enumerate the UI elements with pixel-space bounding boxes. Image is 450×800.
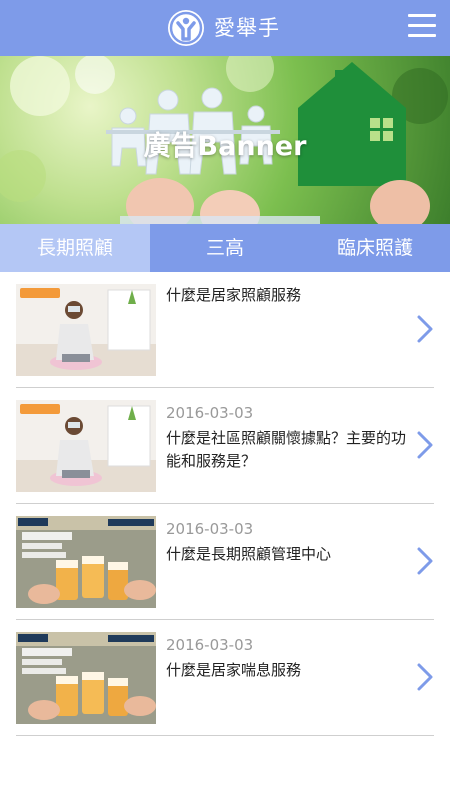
ad-banner[interactable]: 廣告Banner xyxy=(0,56,450,224)
article-title: 什麼是社區照顧關懷據點？主要的功能和服務是？ xyxy=(166,429,407,470)
hamburger-menu-icon[interactable] xyxy=(408,14,436,38)
banner-label: 廣告Banner xyxy=(143,131,307,162)
article-title: 什麼是居家喘息服務 xyxy=(166,661,302,679)
article-date: 2016-03-03 xyxy=(166,520,254,538)
category-tabs: 長期照顧 三高 臨床照護 xyxy=(0,224,450,272)
beer-toast-photo xyxy=(16,516,156,608)
list-item[interactable]: 什麼是居家照顧服務 xyxy=(16,272,434,388)
tab-three-highs[interactable]: 三高 xyxy=(150,224,300,272)
article-date: 2016-03-03 xyxy=(166,636,254,654)
tab-long-term-care[interactable]: 長期照顧 xyxy=(0,224,150,272)
chevron-right-icon[interactable] xyxy=(416,662,434,692)
chevron-right-icon[interactable] xyxy=(416,430,434,460)
list-item[interactable]: 2016-03-03 什麼是長期照顧管理中心 xyxy=(16,504,434,620)
raised-hand-person-icon xyxy=(168,10,204,46)
list-item[interactable]: 2016-03-03 什麼是社區照顧關懷據點？主要的功能和服務是？ xyxy=(16,388,434,504)
article-title: 什麼是居家照顧服務 xyxy=(166,286,302,304)
beer-toast-photo xyxy=(16,632,156,724)
woman-sitting-photo xyxy=(16,400,156,492)
list-item[interactable]: 2016-03-03 什麼是居家喘息服務 xyxy=(16,620,434,736)
woman-sitting-photo xyxy=(16,284,156,376)
article-date: 2016-03-03 xyxy=(166,404,254,422)
chevron-right-icon[interactable] xyxy=(416,314,434,344)
app-title: 愛舉手 xyxy=(214,16,280,40)
chevron-right-icon[interactable] xyxy=(416,546,434,576)
brand: 愛舉手 xyxy=(168,10,280,46)
article-list: 什麼是居家照顧服務 2016-03-03 什麼是社區照顧關懷據點？主要的功能和服… xyxy=(0,272,450,736)
app-header: 愛舉手 xyxy=(0,0,450,56)
article-title: 什麼是長期照顧管理中心 xyxy=(166,545,332,563)
tab-clinical-care[interactable]: 臨床照護 xyxy=(300,224,450,272)
